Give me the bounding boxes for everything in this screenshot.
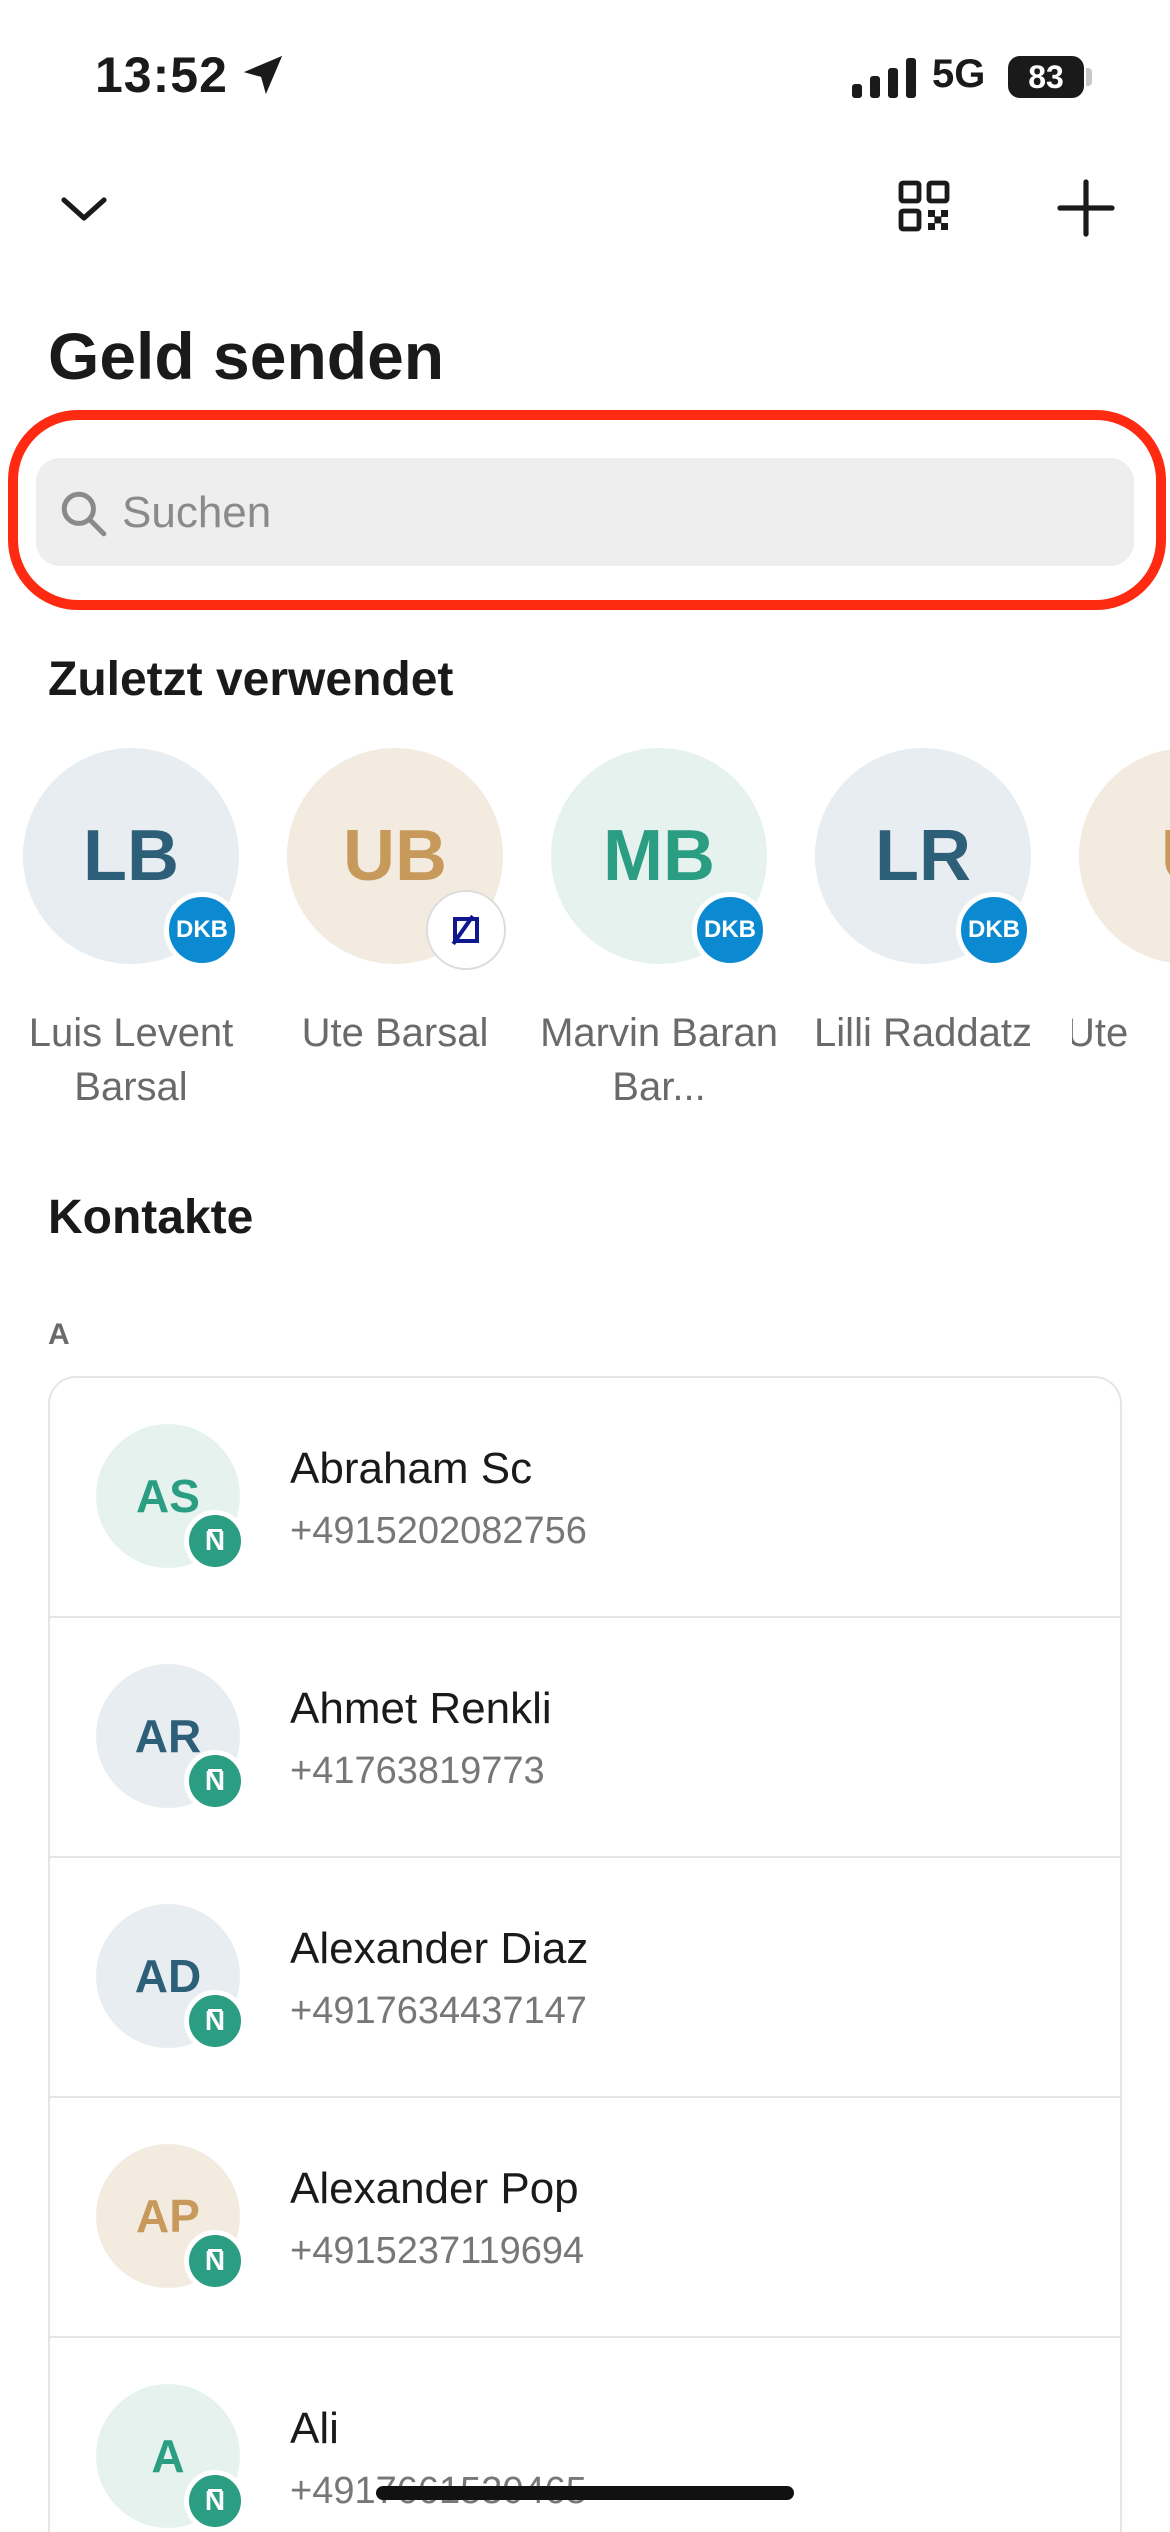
recent-contact-name: Lilli Raddatz — [814, 1011, 1032, 1055]
avatar: U — [1079, 748, 1170, 964]
contact-row[interactable]: AS N Abraham Sc +4915202082756 — [50, 1378, 1120, 1618]
dkb-bank-icon: DKB — [956, 892, 1032, 968]
deutsche-bank-icon — [428, 892, 504, 968]
home-indicator[interactable] — [376, 2486, 794, 2500]
contact-phone: +4917634437147 — [290, 1990, 587, 2032]
location-arrow-icon — [243, 55, 283, 95]
n26-bank-icon: N — [184, 2470, 246, 2532]
battery-icon: 83 — [1008, 56, 1092, 98]
qr-code-icon[interactable] — [898, 180, 950, 232]
recent-heading: Zuletzt verwendet — [48, 653, 454, 706]
n26-bank-icon: N — [184, 1990, 246, 2052]
page-title: Geld senden — [48, 319, 445, 393]
contacts-heading: Kontakte — [48, 1191, 254, 1244]
section-letter: A — [48, 1318, 70, 1351]
contact-phone: +41763819773 — [290, 1750, 545, 1792]
recent-contact-name: Ute — [1072, 1011, 1129, 1055]
n26-bank-icon: N — [184, 2230, 246, 2292]
status-time: 13:52 — [95, 47, 228, 103]
contact-name: Abraham Sc — [290, 1444, 533, 1493]
n26-bank-icon: N — [184, 1510, 246, 1572]
chevron-down-icon[interactable] — [58, 188, 110, 228]
n26-bank-icon: N — [184, 1750, 246, 1812]
add-icon[interactable] — [1056, 178, 1116, 238]
search-icon — [61, 491, 107, 537]
recent-contact-name: Marvin Baran Bar... — [540, 1011, 778, 1109]
contact-name: Ahmet Renkli — [290, 1684, 552, 1733]
signal-icon — [852, 58, 916, 98]
recent-contact[interactable]: UB Ute Barsal — [280, 748, 510, 1118]
contact-row[interactable]: AD N Alexander Diaz +4917634437147 — [50, 1858, 1120, 2098]
recent-contact[interactable]: MB DKB Marvin Baran Bar... — [540, 748, 778, 1118]
recent-contact[interactable]: U Ute — [1072, 748, 1170, 1118]
contact-name: Alexander Pop — [290, 2164, 579, 2213]
contact-row[interactable]: AR N Ahmet Renkli +41763819773 — [50, 1618, 1120, 1858]
search-input[interactable]: Suchen — [36, 458, 1134, 566]
contact-name: Ali — [290, 2404, 339, 2453]
recent-contact[interactable]: LB DKB Luis Levent Barsal — [16, 748, 246, 1118]
recent-contact-name: Ute Barsal — [301, 1011, 489, 1055]
dkb-bank-icon: DKB — [692, 892, 768, 968]
contact-row[interactable]: A N Ali +4917661530465 — [50, 2338, 1120, 2532]
contact-name: Alexander Diaz — [290, 1924, 589, 1973]
search-placeholder: Suchen — [122, 488, 272, 537]
contact-phone: +4915202082756 — [290, 1510, 587, 1552]
recent-contact-name: Luis Levent Barsal — [28, 1011, 234, 1109]
contacts-list: AS N Abraham Sc +4915202082756 AR N Ahme… — [48, 1376, 1122, 2532]
dkb-bank-icon: DKB — [164, 892, 240, 968]
battery-level: 83 — [1008, 56, 1084, 98]
contact-row[interactable]: AP N Alexander Pop +4915237119694 — [50, 2098, 1120, 2338]
network-type: 5G — [932, 52, 986, 96]
recent-contact[interactable]: LR DKB Lilli Raddatz — [808, 748, 1038, 1118]
status-bar: 13:52 5G 83 — [0, 0, 1170, 150]
contact-phone: +4915237119694 — [290, 2230, 585, 2272]
